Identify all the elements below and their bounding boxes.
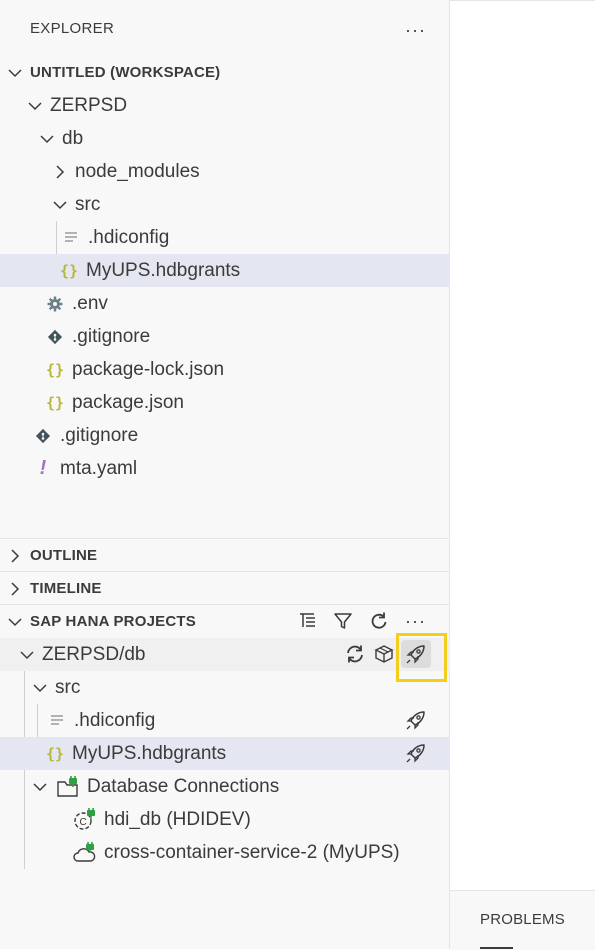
timeline-title: TIMELINE	[30, 580, 102, 597]
rocket-deploy-icon[interactable]	[404, 741, 428, 765]
outline-title: OUTLINE	[30, 547, 98, 564]
chevron-right-icon	[8, 548, 22, 563]
tree-item-label: MyUPS.hdbgrants	[86, 259, 241, 281]
text-file-icon	[60, 231, 82, 244]
tree-item-env[interactable]: .env	[0, 287, 493, 320]
container-connection-icon: C	[72, 807, 98, 832]
tree-item-label: hdi_db (HDIDEV)	[104, 808, 251, 830]
git-icon	[32, 428, 54, 444]
json-file-icon: {}	[45, 360, 65, 379]
hana-tree-item-database-connections[interactable]: Database Connections	[0, 770, 482, 803]
editor-top-border	[450, 0, 595, 4]
tree-item-label: cross-container-service-2 (MyUPS)	[104, 841, 400, 863]
tree-item-label: src	[75, 193, 101, 215]
chevron-down-icon	[28, 99, 42, 113]
workspace-title: UNTITLED (WORKSPACE)	[30, 64, 221, 81]
text-file-icon	[46, 714, 68, 727]
tree-item-db[interactable]: db	[0, 122, 489, 155]
bottom-panel: PROBLEMS	[450, 890, 595, 950]
chevron-down-icon	[33, 681, 47, 695]
timeline-section-header[interactable]: TIMELINE	[0, 572, 457, 605]
git-icon	[44, 329, 66, 345]
tree-item-mta-yaml[interactable]: ! mta.yaml	[0, 452, 481, 485]
tree-item-label: ZERPSD	[50, 94, 128, 116]
chevron-down-icon	[8, 615, 22, 629]
tree-item-hdiconfig[interactable]: .hdiconfig	[0, 221, 509, 254]
tree-item-label: package.json	[72, 391, 184, 413]
explorer-more-actions-icon[interactable]: ···	[405, 21, 426, 39]
tree-item-label: .hdiconfig	[74, 709, 156, 731]
chevron-down-icon	[20, 648, 34, 662]
json-file-icon: {}	[45, 744, 65, 763]
tree-item-package-json[interactable]: {} package.json	[0, 386, 493, 419]
tree-item-label: src	[55, 676, 81, 698]
package-icon[interactable]	[372, 642, 396, 666]
tree-item-label: package-lock.json	[72, 358, 225, 380]
chevron-down-icon	[33, 780, 47, 794]
chevron-down-icon	[8, 66, 22, 80]
gear-icon	[44, 296, 66, 312]
tree-item-label: db	[62, 127, 84, 149]
rocket-deploy-icon[interactable]	[404, 708, 428, 732]
hana-more-actions-icon[interactable]: ···	[405, 612, 426, 630]
tree-item-label: node_modules	[75, 160, 200, 182]
tree-item-label: .gitignore	[60, 424, 139, 446]
tree-item-zerpsd[interactable]: ZERPSD	[0, 89, 477, 122]
tree-item-label: .gitignore	[72, 325, 151, 347]
chevron-down-icon	[53, 198, 67, 212]
tree-item-label: ZERPSD/db	[42, 643, 146, 665]
tree-item-label: MyUPS.hdbgrants	[72, 742, 227, 764]
hana-title: SAP HANA PROJECTS	[30, 613, 196, 630]
refresh-icon[interactable]	[367, 609, 391, 633]
tree-item-label: Database Connections	[87, 775, 280, 797]
tree-item-gitignore-db[interactable]: .gitignore	[0, 320, 493, 353]
tree-item-label: .env	[72, 292, 108, 314]
tree-item-myups-hdbgrants[interactable]: {} MyUPS.hdbgrants	[0, 254, 507, 287]
tree-item-src[interactable]: src	[0, 188, 502, 221]
tree-item-node-modules[interactable]: node_modules	[0, 155, 502, 188]
svg-text:C: C	[80, 817, 87, 828]
explorer-title: EXPLORER	[30, 20, 115, 37]
tree-item-label: .hdiconfig	[88, 226, 170, 248]
tree-item-label: mta.yaml	[60, 457, 138, 479]
outline-section-header[interactable]: OUTLINE	[0, 539, 457, 572]
tree-item-gitignore-root[interactable]: .gitignore	[0, 419, 481, 452]
tab-problems[interactable]: PROBLEMS	[480, 911, 565, 928]
filter-icon[interactable]	[331, 609, 355, 633]
tree-item-package-lock[interactable]: {} package-lock.json	[0, 353, 493, 386]
hana-tree-item-src[interactable]: src	[0, 671, 482, 704]
chevron-right-icon	[8, 581, 22, 596]
hana-tree-item-hdi-db[interactable]: C hdi_db (HDIDEV)	[0, 803, 521, 836]
yaml-file-icon: !	[39, 457, 47, 479]
workspace-section-header[interactable]: UNTITLED (WORKSPACE)	[0, 56, 457, 89]
folder-plug-icon	[55, 775, 81, 798]
editor-area: PROBLEMS	[450, 0, 595, 950]
json-file-icon: {}	[59, 261, 79, 280]
sidebar: EXPLORER ··· UNTITLED (WORKSPACE) ZERPSD…	[0, 0, 507, 949]
json-file-icon: {}	[45, 393, 65, 412]
hana-tree-item-cross-container-service[interactable]: cross-container-service-2 (MyUPS)	[0, 836, 521, 869]
chevron-right-icon	[53, 164, 67, 179]
cloud-plug-icon	[72, 841, 98, 864]
chevron-down-icon	[40, 132, 54, 146]
collapse-list-icon[interactable]	[296, 609, 320, 633]
sync-icon[interactable]	[343, 642, 367, 666]
